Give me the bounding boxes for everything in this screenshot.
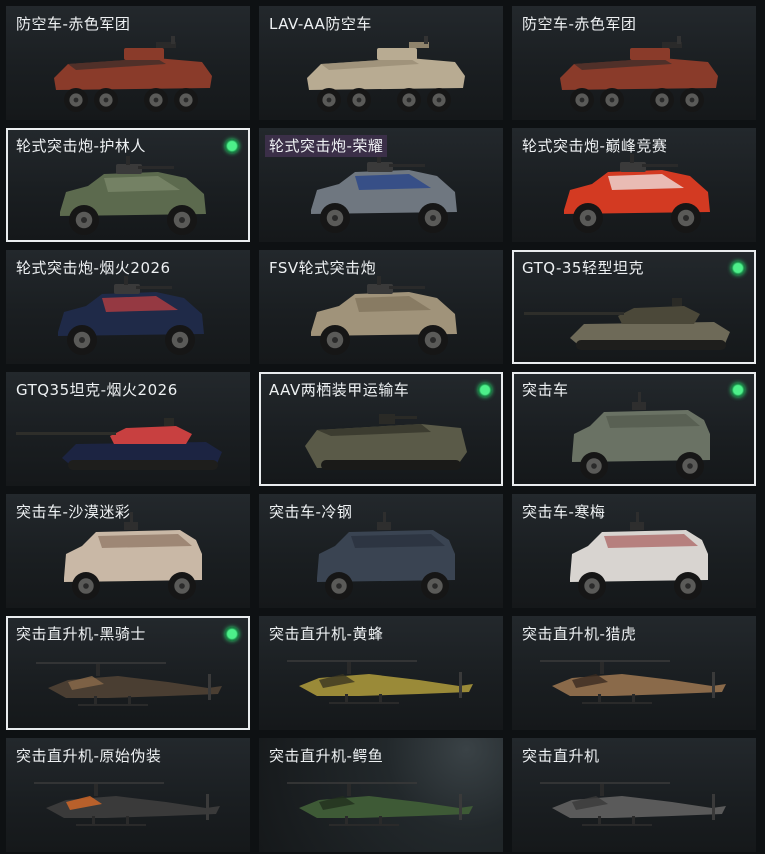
vehicle-name: GTQ-35轻型坦克 — [522, 259, 644, 277]
equipped-indicator-icon — [731, 261, 745, 275]
vehicle-name: 突击直升机-黑骑士 — [16, 625, 146, 643]
equipped-indicator-icon — [225, 139, 239, 153]
vehicle-name: 防空车-赤色军团 — [522, 15, 637, 33]
vehicle-card[interactable]: 突击直升机-猎虎 — [512, 616, 756, 730]
vehicle-card[interactable]: 突击直升机-黑骑士 — [6, 616, 250, 730]
vehicle-name: GTQ35坦克-烟火2026 — [16, 381, 178, 399]
vehicle-skin-grid: 防空车-赤色军团 LAV-AA防空车 防空车-赤色军团 轮式突击炮-护林人 轮式… — [0, 0, 765, 854]
vehicle-name: 轮式突击炮-巅峰竞赛 — [522, 137, 668, 155]
equipped-indicator-icon — [731, 383, 745, 397]
vehicle-card[interactable]: FSV轮式突击炮 — [259, 250, 503, 364]
vehicle-card[interactable]: 突击车 — [512, 372, 756, 486]
vehicle-name: 突击车 — [522, 381, 569, 399]
vehicle-name: 突击车-冷钢 — [269, 503, 353, 521]
vehicle-name: 轮式突击炮-护林人 — [16, 137, 146, 155]
vehicle-card[interactable]: 突击直升机-鳄鱼 — [259, 738, 503, 852]
vehicle-name: 轮式突击炮-荣耀 — [265, 135, 388, 157]
vehicle-card[interactable]: 突击车-沙漠迷彩 — [6, 494, 250, 608]
vehicle-card[interactable]: AAV两栖装甲运输车 — [259, 372, 503, 486]
vehicle-card[interactable]: 轮式突击炮-巅峰竞赛 — [512, 128, 756, 242]
vehicle-name: FSV轮式突击炮 — [269, 259, 377, 277]
equipped-indicator-icon — [225, 627, 239, 641]
vehicle-name: LAV-AA防空车 — [269, 15, 372, 33]
vehicle-name: 突击直升机-原始伪装 — [16, 747, 162, 765]
vehicle-card[interactable]: 突击直升机 — [512, 738, 756, 852]
equipped-indicator-icon — [478, 383, 492, 397]
vehicle-card[interactable]: 轮式突击炮-荣耀 — [259, 128, 503, 242]
vehicle-name: 突击车-沙漠迷彩 — [16, 503, 131, 521]
vehicle-card[interactable]: 突击车-冷钢 — [259, 494, 503, 608]
vehicle-card[interactable]: 突击车-寒梅 — [512, 494, 756, 608]
vehicle-card[interactable]: 防空车-赤色军团 — [512, 6, 756, 120]
vehicle-card[interactable]: 轮式突击炮-烟火2026 — [6, 250, 250, 364]
vehicle-name: 轮式突击炮-烟火2026 — [16, 259, 171, 277]
vehicle-name: 突击直升机-黄蜂 — [269, 625, 384, 643]
vehicle-card[interactable]: LAV-AA防空车 — [259, 6, 503, 120]
vehicle-card[interactable]: 突击直升机-原始伪装 — [6, 738, 250, 852]
vehicle-name: 突击车-寒梅 — [522, 503, 606, 521]
vehicle-name: 突击直升机-猎虎 — [522, 625, 637, 643]
vehicle-name: 防空车-赤色军团 — [16, 15, 131, 33]
vehicle-card[interactable]: 突击直升机-黄蜂 — [259, 616, 503, 730]
vehicle-name: 突击直升机 — [522, 747, 600, 765]
vehicle-card[interactable]: 防空车-赤色军团 — [6, 6, 250, 120]
vehicle-card[interactable]: GTQ-35轻型坦克 — [512, 250, 756, 364]
vehicle-card[interactable]: 轮式突击炮-护林人 — [6, 128, 250, 242]
vehicle-name: AAV两栖装甲运输车 — [269, 381, 410, 399]
vehicle-card[interactable]: GTQ35坦克-烟火2026 — [6, 372, 250, 486]
vehicle-name: 突击直升机-鳄鱼 — [269, 747, 384, 765]
